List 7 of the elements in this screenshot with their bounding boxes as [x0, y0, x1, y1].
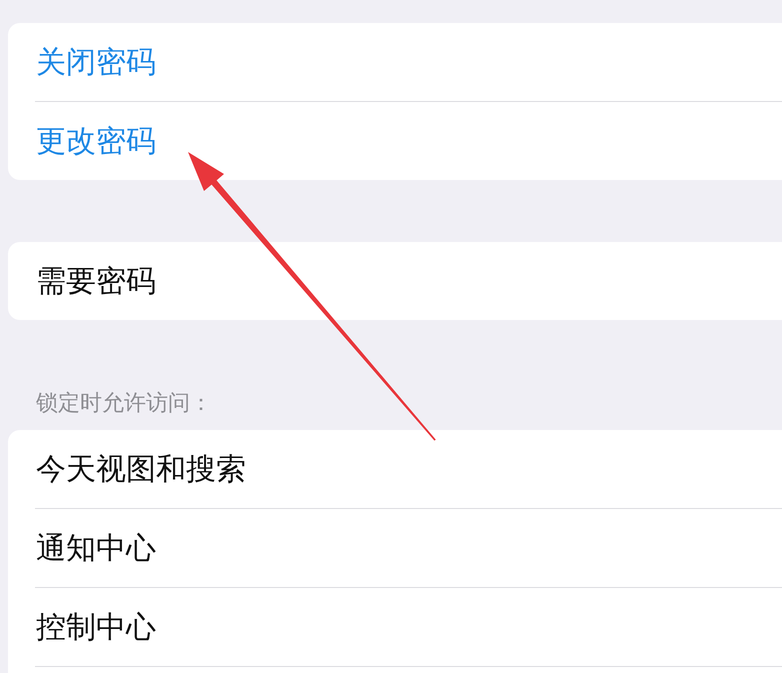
list-item[interactable]: 更改密码: [8, 102, 782, 180]
section-header: 锁定时允许访问：: [36, 391, 212, 415]
list-item[interactable]: 今天视图和搜索: [8, 430, 782, 508]
list-item[interactable]: 通知中心: [8, 509, 782, 587]
list-item[interactable]: 需要密码: [8, 242, 782, 320]
list-item[interactable]: 关闭密码: [8, 23, 782, 101]
list-item[interactable]: 控制中心: [8, 588, 782, 666]
